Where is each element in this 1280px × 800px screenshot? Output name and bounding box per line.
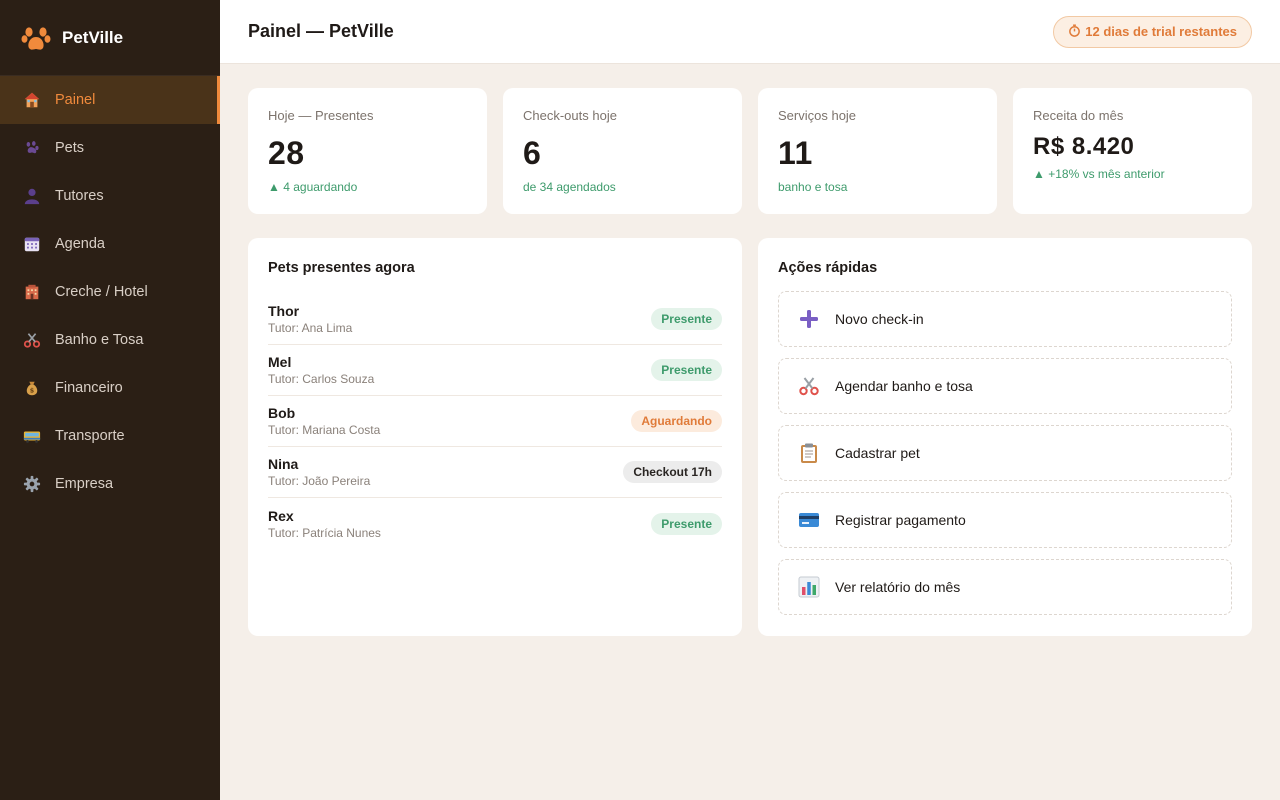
sidebar-item-painel[interactable]: Painel <box>0 76 220 124</box>
calendar-icon <box>22 234 42 254</box>
status-badge: Presente <box>651 308 722 330</box>
sidebar-item-label: Creche / Hotel <box>55 284 148 300</box>
list-item[interactable]: Mel Tutor: Carlos Souza Presente <box>268 345 722 396</box>
brand-name: PetVille <box>62 27 124 47</box>
status-badge: Presente <box>651 512 722 535</box>
sidebar-item-label: Financeiro <box>55 380 123 396</box>
sidebar-item-label: Painel <box>55 92 96 108</box>
action-label: Novo check-in <box>835 311 924 327</box>
paw-logo-icon <box>20 22 52 54</box>
trial-text: 12 dias de trial restantes <box>1085 24 1237 39</box>
stat-value: 6 <box>523 135 542 171</box>
topbar: Painel — PetVille 12 dias de trial resta… <box>220 0 1280 64</box>
pet-name: Rex <box>268 507 294 524</box>
stat-card-presentes: Hoje — Presentes 28 ▲ 4 aguardando <box>248 88 487 214</box>
register-pet-button[interactable]: Cadastrar pet <box>778 425 1232 481</box>
hotel-icon <box>22 282 42 302</box>
bar-chart-icon <box>797 575 821 599</box>
stat-sub: ▲ 4 aguardando <box>268 180 358 194</box>
sidebar-item-label: Tutores <box>55 188 104 204</box>
sidebar-item-empresa[interactable]: Empresa <box>0 460 220 508</box>
stats-row: Hoje — Presentes 28 ▲ 4 aguardando Check… <box>248 88 1252 214</box>
quick-actions-panel: Ações rápidas Novo check-in Agendar banh… <box>758 238 1252 636</box>
sidebar-item-banho-e-tosa[interactable]: Banho e Tosa <box>0 316 220 364</box>
stat-card-servicos: Serviços hoje 11 banho e tosa <box>758 88 997 214</box>
sidebar-item-creche-hotel[interactable]: Creche / Hotel <box>0 268 220 316</box>
page-title: Painel — PetVille <box>248 21 394 41</box>
list-item[interactable]: Thor Tutor: Ana Lima Presente <box>268 294 722 345</box>
pet-tutor: Tutor: Patrícia Nunes <box>268 525 381 540</box>
stat-label: Receita do mês <box>1033 108 1124 123</box>
stat-card-receita: Receita do mês R$ 8.420 ▲ +18% vs mês an… <box>1013 88 1252 214</box>
pet-name: Mel <box>268 354 292 370</box>
panel-title: Ações rápidas <box>778 260 878 276</box>
new-checkin-button[interactable]: Novo check-in <box>778 291 1232 347</box>
list-item[interactable]: Nina Tutor: João Pereira Checkout 17h <box>268 447 722 498</box>
sidebar-item-tutores[interactable]: Tutores <box>0 172 220 220</box>
sidebar-item-financeiro[interactable]: $ Financeiro <box>0 364 220 412</box>
quick-actions: Novo check-in Agendar banho e tosa Cadas… <box>778 291 1232 615</box>
sidebar: PetVille Painel Pets Tutores Agenda Crec… <box>0 0 220 800</box>
stat-label: Check-outs hoje <box>523 108 617 123</box>
gear-icon <box>22 474 42 494</box>
action-label: Registrar pagamento <box>835 512 966 528</box>
trial-badge[interactable]: 12 dias de trial restantes <box>1053 15 1252 48</box>
list-item[interactable]: Bob Tutor: Mariana Costa Aguardando <box>268 396 722 447</box>
list-item[interactable]: Rex Tutor: Patrícia Nunes Presente <box>268 498 722 549</box>
scissors-icon <box>22 330 42 350</box>
scissors-icon <box>797 374 821 398</box>
pets-present-panel: Pets presentes agora Thor Tutor: Ana Lim… <box>248 238 742 636</box>
svg-text:$: $ <box>30 388 34 395</box>
stopwatch-icon <box>1068 23 1081 40</box>
stat-value: 11 <box>778 135 813 171</box>
stat-label: Serviços hoje <box>778 108 857 123</box>
stat-value: 28 <box>268 135 305 171</box>
money-bag-icon: $ <box>22 378 42 398</box>
pet-name: Thor <box>268 303 300 319</box>
stat-sub: banho e tosa <box>778 180 848 194</box>
stat-sub: ▲ +18% vs mês anterior <box>1033 167 1165 181</box>
pet-name: Bob <box>268 405 296 421</box>
monthly-report-button[interactable]: Ver relatório do mês <box>778 559 1232 615</box>
schedule-grooming-button[interactable]: Agendar banho e tosa <box>778 358 1232 414</box>
stat-label: Hoje — Presentes <box>268 108 374 123</box>
clipboard-icon <box>797 441 821 465</box>
pet-tutor: Tutor: Mariana Costa <box>268 423 381 437</box>
sidebar-item-label: Empresa <box>55 476 114 492</box>
house-icon <box>22 90 42 110</box>
plus-icon <box>797 307 821 331</box>
action-label: Ver relatório do mês <box>835 579 961 595</box>
action-label: Cadastrar pet <box>835 445 920 461</box>
pet-list: Thor Tutor: Ana Lima Presente Mel Tutor:… <box>268 294 722 549</box>
register-payment-button[interactable]: Registrar pagamento <box>778 492 1232 548</box>
sidebar-item-label: Agenda <box>55 236 105 252</box>
status-badge: Presente <box>651 359 722 381</box>
sidebar-item-label: Banho e Tosa <box>55 332 144 348</box>
stat-sub: de 34 agendados <box>523 180 616 194</box>
pet-tutor: Tutor: João Pereira <box>268 474 371 488</box>
pet-tutor: Tutor: Carlos Souza <box>268 372 375 386</box>
panel-title: Pets presentes agora <box>268 260 415 276</box>
sidebar-item-transporte[interactable]: Transporte <box>0 412 220 460</box>
bus-icon <box>22 426 42 446</box>
stat-card-checkouts: Check-outs hoje 6 de 34 agendados <box>503 88 742 214</box>
paw-icon <box>22 138 42 158</box>
person-icon <box>22 186 42 206</box>
sidebar-item-label: Pets <box>55 140 85 156</box>
credit-card-icon <box>797 508 821 532</box>
sidebar-item-pets[interactable]: Pets <box>0 124 220 172</box>
pet-name: Nina <box>268 456 299 472</box>
action-label: Agendar banho e tosa <box>835 378 973 394</box>
status-badge: Checkout 17h <box>623 461 722 483</box>
sidebar-nav: Painel Pets Tutores Agenda Creche / Hote… <box>0 76 220 508</box>
status-badge: Aguardando <box>631 410 722 432</box>
sidebar-item-label: Transporte <box>55 428 125 444</box>
sidebar-item-agenda[interactable]: Agenda <box>0 220 220 268</box>
pet-tutor: Tutor: Ana Lima <box>268 321 353 335</box>
brand[interactable]: PetVille <box>0 0 220 76</box>
stat-value: R$ 8.420 <box>1033 133 1135 160</box>
